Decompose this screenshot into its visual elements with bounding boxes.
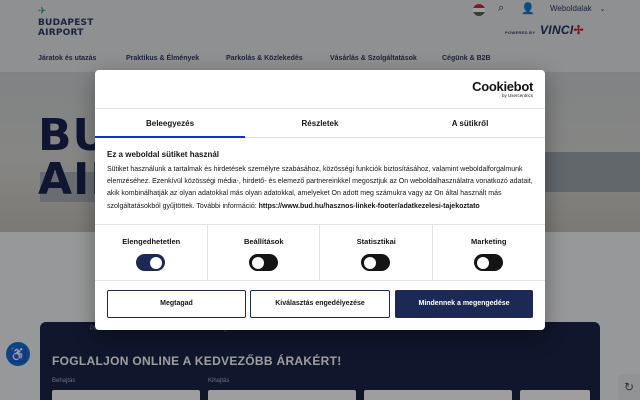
cookie-consent-dialog: Cookiebot by Usercentrics Beleegyezés Ré… — [95, 70, 545, 330]
allow-selection-button[interactable]: Kiválasztás engedélyezése — [250, 290, 390, 318]
toggle-label-statistics: Statisztikai — [356, 237, 396, 246]
privacy-policy-link[interactable]: https://www.bud.hu/hasznos-linkek-footer… — [259, 203, 480, 210]
toggle-cell-statistics: Statisztikai — [320, 225, 433, 281]
cookie-category-toggles: Elengedhetetlen Beállítások Statisztikai… — [95, 224, 545, 281]
toggle-knob — [476, 256, 489, 269]
toggle-cell-marketing: Marketing — [433, 225, 546, 281]
cookie-heading: Ez a weboldal sütiket használ — [107, 150, 220, 159]
marketing-toggle[interactable] — [473, 254, 503, 271]
toggle-label-marketing: Marketing — [471, 237, 507, 246]
cookie-description: Sütiket használunk a tartalmak és hirdet… — [107, 164, 533, 213]
tab-details[interactable]: Részletek — [245, 109, 395, 138]
statistics-toggle[interactable] — [361, 254, 390, 271]
allow-all-button[interactable]: Mindennek a megengedése — [395, 290, 533, 318]
tab-consent[interactable]: Beleegyezés — [95, 109, 245, 138]
toggle-knob — [251, 256, 264, 269]
cookiebot-brand: Cookiebot — [472, 79, 533, 94]
toggle-label-preferences: Beállítások — [243, 237, 284, 246]
necessary-toggle[interactable] — [136, 254, 165, 271]
tab-about-cookies[interactable]: A sütikről — [395, 109, 545, 138]
cookiebot-logo: Cookiebot by Usercentrics — [472, 79, 533, 98]
toggle-cell-necessary: Elengedhetetlen — [95, 225, 208, 281]
cookie-text-block: Ez a weboldal sütiket használ Sütiket ha… — [107, 150, 533, 213]
toggle-label-necessary: Elengedhetetlen — [122, 237, 181, 246]
deny-button[interactable]: Megtagad — [107, 290, 246, 318]
toggle-cell-preferences: Beállítások — [208, 225, 320, 281]
cookie-tabs: Beleegyezés Részletek A sütikről — [95, 108, 545, 138]
toggle-knob — [364, 256, 376, 269]
toggle-knob — [150, 256, 162, 269]
preferences-toggle[interactable] — [248, 254, 278, 271]
